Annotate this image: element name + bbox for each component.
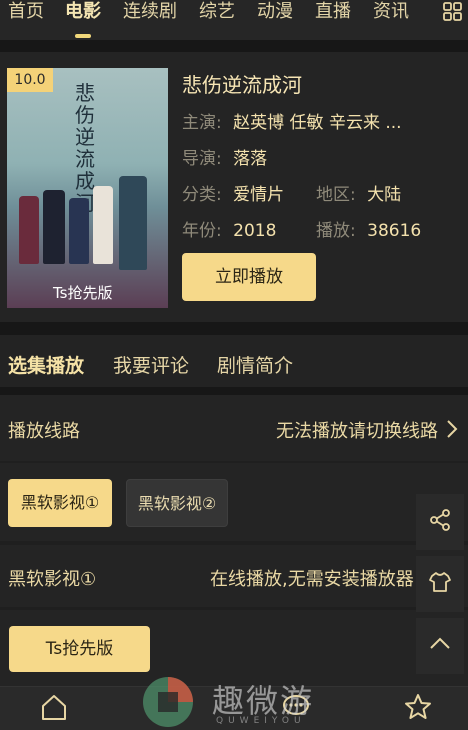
source-list: 黑软影视① 黑软影视② bbox=[0, 463, 468, 541]
tab-home[interactable]: 首页 bbox=[8, 0, 44, 28]
grid-icon[interactable] bbox=[438, 0, 468, 26]
play-line-row[interactable]: 播放线路 无法播放请切换线路 bbox=[0, 395, 468, 461]
chevron-right-icon[interactable] bbox=[446, 419, 458, 439]
share-button[interactable] bbox=[416, 494, 464, 550]
plays-row: 播放: 38616 bbox=[316, 216, 421, 241]
director-value: 落落 bbox=[233, 149, 268, 169]
divider bbox=[0, 387, 468, 395]
source-info-row: 黑软影视① 在线播放,无需安装播放器 bbox=[0, 545, 468, 607]
star-icon[interactable] bbox=[402, 691, 434, 723]
active-tab-indicator bbox=[75, 34, 91, 38]
bottom-bar bbox=[0, 686, 468, 730]
genre-label: 分类: bbox=[182, 185, 222, 205]
poster-figure bbox=[43, 190, 65, 264]
cast-value: 赵英博 任敏 辛云来 ... bbox=[233, 113, 402, 133]
tab-news[interactable]: 资讯 bbox=[373, 0, 409, 28]
plays-value: 38616 bbox=[367, 221, 422, 241]
year-row: 年份: 2018 bbox=[182, 216, 276, 241]
divider bbox=[0, 40, 468, 52]
chevron-up-icon bbox=[430, 637, 450, 649]
poster-tag: Ts抢先版 bbox=[53, 284, 113, 302]
tab-movies[interactable]: 电影 bbox=[65, 0, 101, 28]
rating-badge: 10.0 bbox=[7, 68, 53, 92]
director-label: 导演: bbox=[182, 149, 222, 169]
home-icon[interactable] bbox=[38, 691, 70, 723]
divider bbox=[0, 322, 468, 335]
genre-value: 爱情片 bbox=[233, 185, 285, 205]
collapse-button[interactable] bbox=[416, 618, 464, 674]
year-label: 年份: bbox=[182, 221, 222, 241]
tab-comment[interactable]: 我要评论 bbox=[113, 351, 189, 378]
poster-figure bbox=[69, 198, 89, 264]
director-row: 导演: 落落 bbox=[182, 144, 267, 169]
poster-figure bbox=[119, 176, 147, 270]
episode-button[interactable]: Ts抢先版 bbox=[9, 626, 150, 672]
chat-icon[interactable] bbox=[280, 691, 312, 723]
play-now-button[interactable]: 立即播放 bbox=[182, 253, 316, 301]
detail-tabs: 选集播放 我要评论 剧情简介 bbox=[0, 335, 468, 387]
source-button-1[interactable]: 黑软影视① bbox=[8, 479, 112, 527]
movie-poster[interactable]: 10.0 悲伤逆流成河 Ts抢先版 bbox=[7, 68, 168, 308]
theme-button[interactable] bbox=[416, 556, 464, 612]
source-description: 在线播放,无需安装播放器 bbox=[210, 569, 414, 590]
tab-live[interactable]: 直播 bbox=[315, 0, 351, 28]
source-name: 黑软影视① bbox=[8, 569, 97, 590]
tab-episodes[interactable]: 选集播放 bbox=[8, 351, 84, 378]
cast-label: 主演: bbox=[182, 113, 222, 133]
cast-row: 主演: 赵英博 任敏 辛云来 ... bbox=[182, 108, 402, 133]
tab-synopsis[interactable]: 剧情简介 bbox=[217, 351, 293, 378]
region-label: 地区: bbox=[316, 185, 356, 205]
tab-variety[interactable]: 综艺 bbox=[199, 0, 235, 28]
region-value: 大陆 bbox=[367, 185, 402, 205]
tab-anime[interactable]: 动漫 bbox=[257, 0, 293, 28]
episode-list: Ts抢先版 bbox=[0, 610, 468, 686]
plays-label: 播放: bbox=[316, 221, 356, 241]
movie-title: 悲伤逆流成河 bbox=[182, 73, 302, 97]
region-row: 地区: 大陆 bbox=[316, 180, 401, 205]
top-nav: 首页 电影 连续剧 综艺 动漫 直播 资讯 bbox=[0, 0, 468, 40]
play-line-label: 播放线路 bbox=[8, 421, 80, 442]
switch-line-hint[interactable]: 无法播放请切换线路 bbox=[276, 417, 438, 443]
share-icon bbox=[430, 509, 450, 531]
poster-figure bbox=[19, 196, 39, 264]
poster-figure bbox=[93, 186, 113, 264]
shirt-icon bbox=[429, 572, 451, 592]
tab-series[interactable]: 连续剧 bbox=[123, 0, 177, 28]
genre-row: 分类: 爱情片 bbox=[182, 180, 284, 205]
source-button-2[interactable]: 黑软影视② bbox=[126, 479, 228, 527]
year-value: 2018 bbox=[233, 221, 277, 241]
